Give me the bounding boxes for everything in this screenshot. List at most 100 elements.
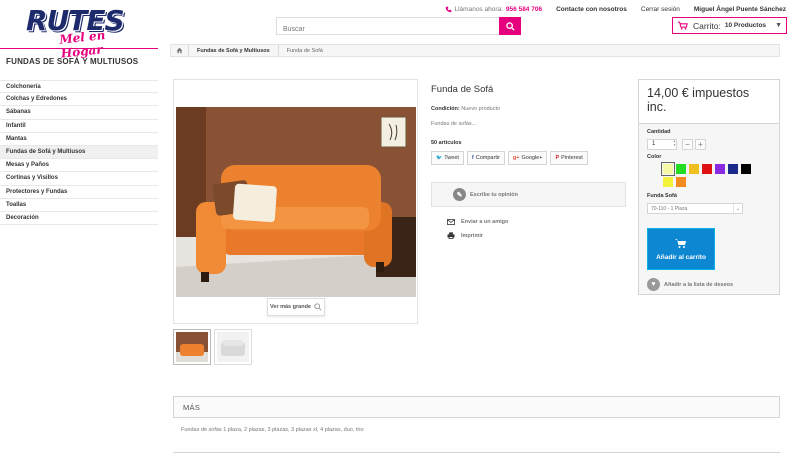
pinterest-icon: P	[555, 155, 560, 161]
cart-label: Carrito:	[693, 20, 721, 31]
send-friend-label: Enviar a un amigo	[461, 219, 509, 225]
printer-icon	[447, 232, 455, 239]
sidebar-item-protectores[interactable]: Protectores y Fundas	[0, 186, 158, 199]
color-swatches	[661, 162, 763, 187]
color-swatch[interactable]	[715, 164, 725, 174]
color-swatch[interactable]	[728, 164, 738, 174]
review-label: Escribe tu opinión	[470, 191, 518, 198]
share-label: Tweet	[444, 155, 459, 161]
size-label: Funda Sofá	[647, 193, 677, 199]
buy-box: 14,00 € impuestos inc. Cantidad 1 ▲ ▼ − +…	[638, 79, 780, 295]
share-label: Google+	[521, 155, 543, 161]
sidebar-item-sabanas[interactable]: Sábanas	[0, 106, 158, 120]
sidebar-item-mesas[interactable]: Mesas y Paños	[0, 159, 158, 173]
product-condition: Condición: Nuevo producto	[431, 106, 500, 112]
cart-count: 10 Productos	[724, 22, 767, 29]
product-image[interactable]	[176, 107, 416, 297]
phone-icon	[445, 6, 451, 12]
thumbnail-1[interactable]	[173, 329, 211, 365]
share-label: Compartir	[475, 155, 500, 161]
sidebar-item-decoracion[interactable]: Decoración	[0, 212, 158, 226]
share-label: Pinterest	[561, 155, 583, 161]
print-link[interactable]: Imprimir	[447, 232, 483, 239]
sidebar-item-mantas[interactable]: Mantas	[0, 133, 158, 146]
phone-label: Llámanos ahora:	[454, 5, 503, 13]
search-button[interactable]	[499, 17, 521, 35]
google-plus-button[interactable]: g+ Google+	[507, 151, 548, 165]
more-section-text: Fundas de sofás 1 plaza, 2 plazas, 3 pla…	[181, 427, 364, 433]
zoom-label: Ver más grande	[270, 304, 311, 310]
color-swatch[interactable]	[702, 164, 712, 174]
top-links: Llámanos ahora: 956 584 706 Contacte con…	[445, 4, 786, 14]
color-swatch[interactable]	[741, 164, 751, 174]
size-select[interactable]: 70-110 - 1 Plaza ⌄	[647, 203, 743, 214]
search-icon	[505, 21, 515, 31]
sidebar-item-fundas-sofa[interactable]: Fundas de Sofá y Multiusos	[0, 145, 158, 160]
phone-info: Llámanos ahora: 956 584 706	[445, 5, 542, 13]
header: RUTES Mel en Hogar Llámanos ahora: 956 5…	[0, 0, 800, 61]
search-input[interactable]	[277, 21, 499, 38]
product-price: 14,00 € impuestos inc.	[639, 80, 779, 124]
cart-button[interactable]: Carrito: 10 Productos ▼	[672, 17, 787, 34]
write-review-button[interactable]: ✎ Escribe tu opinión	[431, 182, 626, 207]
chevron-down-icon: ⌄	[733, 204, 742, 213]
logo-tagline: Mel en Hogar	[58, 27, 106, 61]
logo[interactable]: RUTES Mel en Hogar	[26, 4, 131, 61]
chevron-down-icon: ▼	[775, 22, 782, 29]
cart-icon	[675, 238, 686, 248]
send-friend-link[interactable]: Enviar a un amigo	[447, 219, 508, 225]
sidebar-item-colchoneria[interactable]: Colchonería	[0, 80, 158, 94]
pinterest-button[interactable]: P Pinterest	[550, 151, 588, 165]
color-swatch[interactable]	[676, 164, 686, 174]
add-to-cart-button[interactable]: Añadir al carrito	[647, 228, 715, 270]
zoom-button[interactable]: Ver más grande	[267, 298, 325, 316]
product-image-box: Ver más grande	[173, 79, 418, 324]
envelope-icon	[447, 219, 455, 225]
quantity-decrease-button[interactable]: −	[682, 139, 693, 150]
contact-link[interactable]: Contacte con nosotros	[556, 6, 627, 13]
size-value: 70-110 - 1 Plaza	[651, 205, 688, 212]
color-swatch[interactable]	[661, 162, 675, 176]
heart-icon: ♥	[647, 278, 660, 291]
phone-number[interactable]: 956 584 706	[506, 6, 542, 13]
thumbnail-2[interactable]	[214, 329, 252, 365]
twitter-icon: 🐦	[436, 155, 443, 161]
print-label: Imprimir	[461, 232, 484, 239]
color-swatch[interactable]	[689, 164, 699, 174]
tweet-button[interactable]: 🐦 Tweet	[431, 151, 464, 165]
stock-count: 50 artículos	[431, 140, 462, 146]
sidebar-item-cortinas[interactable]: Cortinas y Visillos	[0, 172, 158, 186]
breadcrumb: Fundas de Sofá y Multiusos Funda de Sofá	[170, 44, 780, 57]
home-icon[interactable]	[171, 45, 189, 56]
wishlist-label: Añadir a la lista de deseos	[664, 281, 734, 288]
color-label: Color	[647, 154, 662, 160]
magnifier-icon	[314, 303, 322, 311]
condition-label: Condición:	[431, 106, 460, 112]
sidebar-item-colchas[interactable]: Colchas y Edredones	[0, 93, 158, 107]
breadcrumb-category[interactable]: Fundas de Sofá y Multiusos	[189, 45, 279, 56]
page: RUTES Mel en Hogar Llámanos ahora: 956 5…	[0, 0, 800, 456]
sidebar-item-infantil[interactable]: Infantil	[0, 120, 158, 133]
divider	[0, 48, 158, 49]
color-swatch[interactable]	[663, 177, 673, 187]
logout-link[interactable]: Cerrar sesión	[641, 6, 680, 13]
search-box	[276, 17, 521, 38]
short-description: Fundas de sofás...	[431, 121, 477, 127]
spinner-icon[interactable]: ▲ ▼	[673, 139, 677, 150]
condition-value: Nuevo producto	[461, 106, 501, 112]
pencil-icon: ✎	[453, 188, 466, 201]
share-buttons: 🐦 Tweet f Compartir g+ Google+ P Pintere…	[431, 151, 588, 165]
quantity-increase-button[interactable]: +	[695, 139, 706, 150]
color-swatch[interactable]	[676, 177, 686, 187]
cart-icon	[673, 21, 693, 30]
google-plus-icon: g+	[512, 155, 520, 161]
add-to-cart-label: Añadir al carrito	[656, 253, 706, 261]
facebook-share-button[interactable]: f Compartir	[466, 151, 505, 165]
wishlist-link[interactable]: ♥ Añadir a la lista de deseos	[647, 278, 733, 291]
product-title: Funda de Sofá	[431, 84, 494, 95]
more-section-header: MÁS	[173, 396, 780, 418]
account-link[interactable]: Miguel Ángel Puente Sánchez	[694, 6, 786, 13]
sidebar-item-toallas[interactable]: Toallas	[0, 199, 158, 212]
category-title: FUNDAS DE SOFÁ Y MULTIUSOS	[6, 57, 139, 66]
sidebar: Colchonería Colchas y Edredones Sábanas …	[0, 80, 158, 226]
